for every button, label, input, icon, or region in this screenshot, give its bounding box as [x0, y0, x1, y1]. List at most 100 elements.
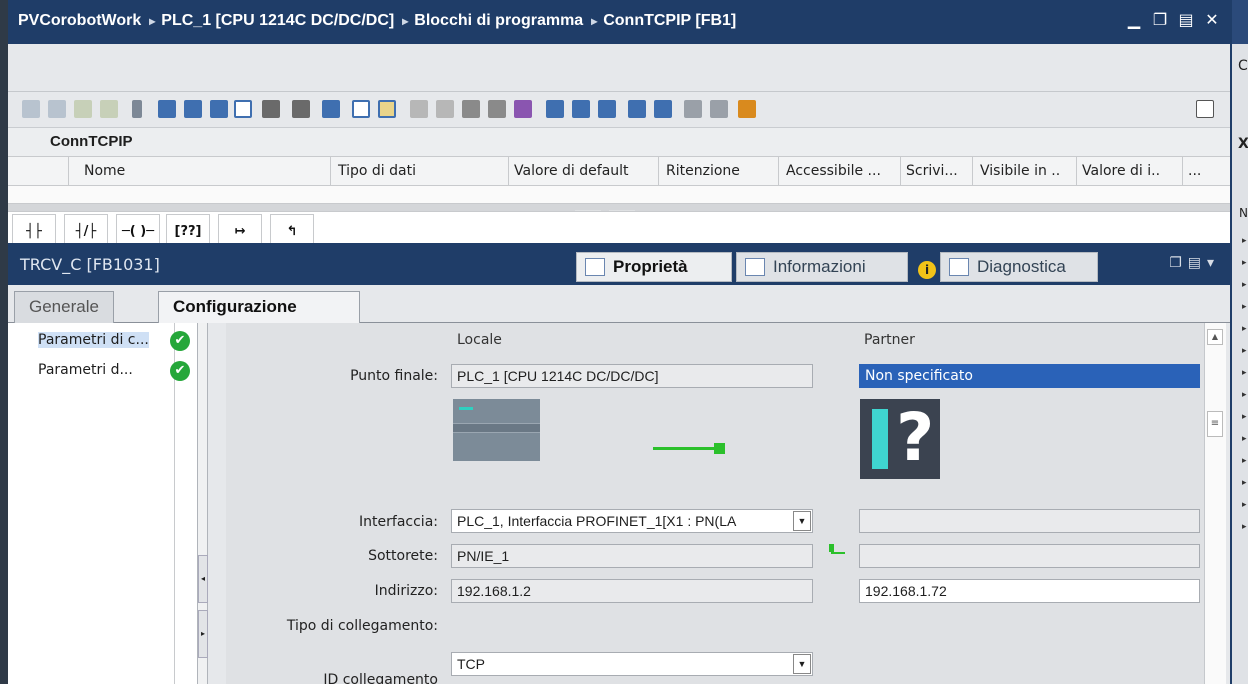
absolute-address-icon[interactable] [132, 100, 142, 118]
breadcrumb-separator: ▸ [402, 14, 409, 28]
column-header-more[interactable]: ... [1188, 163, 1201, 179]
tab-info[interactable]: Informazioni [736, 252, 908, 282]
tab-properties[interactable]: Proprietà [576, 252, 732, 282]
expand-arrow-icon[interactable]: ▸ [1242, 390, 1247, 400]
expand-arrow-icon[interactable]: ▸ [1242, 368, 1247, 378]
outdent-icon[interactable] [572, 100, 590, 118]
open-all-networks-icon[interactable] [158, 100, 176, 118]
interface-table-row[interactable] [8, 186, 1230, 204]
append-row-icon[interactable] [100, 100, 118, 118]
subtab-general[interactable]: Generale [14, 291, 114, 324]
breadcrumb-project[interactable]: PVCorobotWork [18, 12, 141, 29]
list-view-icon[interactable] [352, 100, 370, 118]
local-endpoint-field[interactable]: PLC_1 [CPU 1214C DC/DC/DC] [451, 364, 813, 388]
column-header-writable[interactable]: Scrivi... [906, 163, 958, 179]
expand-arrow-icon[interactable]: ▸ [1242, 258, 1247, 268]
config-scrollbar[interactable]: ▲ ≡ [1204, 323, 1226, 684]
favorites-icon[interactable] [210, 100, 228, 118]
breadcrumb: PVCorobotWork ▸ PLC_1 [CPU 1214C DC/DC/DC]… [18, 12, 742, 30]
tab-icon[interactable] [598, 100, 616, 118]
column-header-setpoint[interactable]: Valore di i.. [1082, 163, 1160, 179]
open-branch-icon[interactable]: ↦ [218, 214, 262, 244]
expand-right-icon[interactable]: ▸ [198, 610, 208, 658]
scroll-thumb[interactable]: ≡ [1207, 411, 1223, 437]
partner-address-input[interactable]: 192.168.1.72 [859, 579, 1200, 603]
maximize-button[interactable]: ▤ [1178, 10, 1194, 30]
delete-network-icon[interactable] [48, 100, 66, 118]
no-contact-icon[interactable]: ┤├ [12, 214, 56, 244]
download-icon[interactable] [514, 100, 532, 118]
empty-box-icon[interactable]: [??] [166, 214, 210, 244]
column-header-accessible[interactable]: Accessibile ... [786, 163, 881, 179]
insert-row-icon[interactable] [74, 100, 92, 118]
task-card-close[interactable]: X [1238, 136, 1248, 152]
column-header-default[interactable]: Valore di default [514, 163, 629, 179]
column-divider [1076, 157, 1077, 187]
partner-endpoint-dropdown[interactable]: Non specificato [859, 364, 1200, 388]
minimize-button[interactable]: ▁ [1126, 10, 1142, 30]
chevron-down-icon[interactable]: ▼ [793, 511, 811, 531]
go-to-icon[interactable] [410, 100, 428, 118]
expand-arrow-icon[interactable]: ▸ [1242, 302, 1247, 312]
local-address-field[interactable]: 192.168.1.2 [451, 579, 813, 603]
monitor-all-icon[interactable] [488, 100, 506, 118]
check-ok-icon: ✔ [170, 331, 190, 351]
inspector-window-controls[interactable]: ❐▤▾ [1169, 255, 1220, 271]
breadcrumb-plc[interactable]: PLC_1 [CPU 1214C DC/DC/DC] [161, 12, 394, 29]
go-back-icon[interactable] [436, 100, 454, 118]
chevron-down-icon[interactable]: ▼ [793, 654, 811, 674]
operand-display-icon[interactable] [262, 100, 280, 118]
panel-layout-icon[interactable] [1196, 100, 1214, 118]
expand-arrow-icon[interactable]: ▸ [1242, 236, 1247, 246]
close-button[interactable]: ✕ [1204, 10, 1220, 30]
monitor-icon[interactable] [462, 100, 480, 118]
close-all-networks-icon[interactable] [184, 100, 202, 118]
tab-diagnostics[interactable]: Diagnostica [940, 252, 1098, 282]
expand-arrow-icon[interactable]: ▸ [1242, 434, 1247, 444]
partner-interface-field[interactable] [859, 509, 1200, 533]
local-subnet-field[interactable]: PN/IE_1 [451, 544, 813, 568]
coil-icon[interactable]: ─( )─ [116, 214, 160, 244]
expand-arrow-icon[interactable]: ▸ [1242, 500, 1247, 510]
column-header-visible[interactable]: Visibile in .. [980, 163, 1060, 179]
connection-type-dropdown[interactable]: TCP ▼ [451, 652, 813, 676]
expand-arrow-icon[interactable]: ▸ [1242, 324, 1247, 334]
subtab-configuration[interactable]: Configurazione [158, 291, 360, 324]
breakpoint-icon[interactable] [628, 100, 646, 118]
expand-arrow-icon[interactable]: ▸ [1242, 346, 1247, 356]
column-divider [778, 157, 779, 187]
comments-icon[interactable] [234, 100, 252, 118]
breadcrumb-program-blocks[interactable]: Blocchi di programma [414, 12, 583, 29]
expand-arrow-icon[interactable]: ▸ [1242, 522, 1247, 532]
database-icon[interactable] [738, 100, 756, 118]
column-header-retain[interactable]: Ritenzione [666, 163, 740, 179]
insert-network-icon[interactable] [22, 100, 40, 118]
tag-info-icon[interactable] [292, 100, 310, 118]
close-branch-icon[interactable]: ↰ [270, 214, 314, 244]
collapse-left-icon[interactable]: ◂ [198, 555, 208, 603]
expand-arrow-icon[interactable]: ▸ [1242, 280, 1247, 290]
users-icon[interactable] [684, 100, 702, 118]
partner-subnet-field[interactable] [859, 544, 1200, 568]
restore-button[interactable]: ❐ [1152, 10, 1168, 30]
column-header-datatype[interactable]: Tipo di dati [338, 163, 416, 179]
star-icon[interactable] [378, 100, 396, 118]
window-controls: ▁ ❐ ▤ ✕ [1126, 10, 1220, 30]
call-hierarchy-icon[interactable] [322, 100, 340, 118]
nc-contact-icon[interactable]: ┤/├ [64, 214, 108, 244]
expand-arrow-icon[interactable]: ▸ [1242, 412, 1247, 422]
task-card-header [1232, 0, 1248, 44]
nav-item-block-params[interactable]: Parametri d... [38, 362, 133, 378]
network-icon[interactable] [710, 100, 728, 118]
expand-arrow-icon[interactable]: ▸ [1242, 456, 1247, 466]
column-header-name[interactable]: Nome [84, 163, 125, 179]
step-icon[interactable] [654, 100, 672, 118]
task-card-letter: N [1239, 206, 1248, 220]
scroll-up-icon[interactable]: ▲ [1207, 329, 1223, 345]
indent-icon[interactable] [546, 100, 564, 118]
nav-item-connection-params[interactable]: Parametri di c... [38, 332, 149, 348]
breadcrumb-block[interactable]: ConnTCPIP [FB1] [603, 12, 736, 29]
local-column-header: Locale [457, 332, 502, 348]
local-interface-dropdown[interactable]: PLC_1, Interfaccia PROFINET_1[X1 : PN(LA… [451, 509, 813, 533]
expand-arrow-icon[interactable]: ▸ [1242, 478, 1247, 488]
